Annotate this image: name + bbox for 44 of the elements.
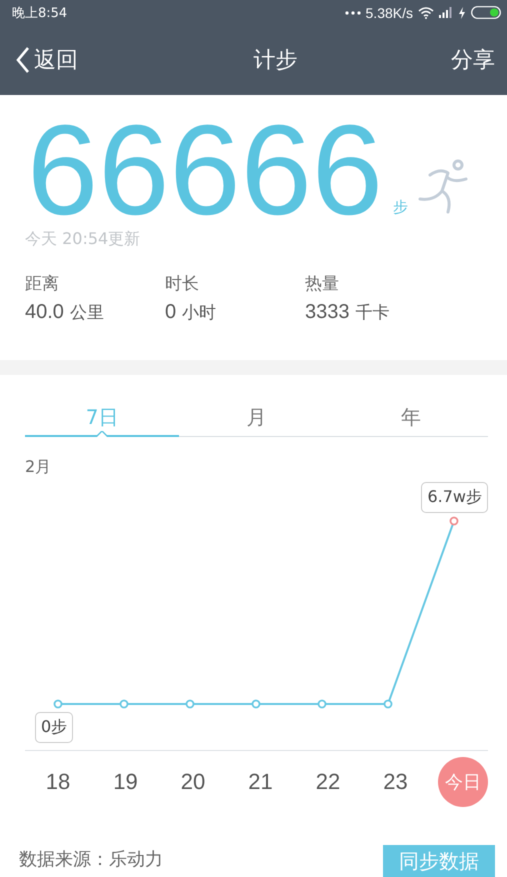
chart-point xyxy=(450,516,458,526)
day-label[interactable]: 19 xyxy=(100,757,150,807)
more-dots-icon xyxy=(344,10,361,14)
period-tab[interactable]: 月 xyxy=(179,399,334,437)
network-speed: 5.38K/s xyxy=(366,4,413,20)
stat-value: 40.0 xyxy=(25,301,64,324)
step-unit: 步 xyxy=(392,198,408,217)
chart-point xyxy=(252,700,260,708)
chart-point xyxy=(318,700,326,708)
step-count: 66666 xyxy=(27,115,383,227)
tab-pointer-icon xyxy=(96,431,108,437)
charging-icon xyxy=(458,6,466,18)
stat-value: 0 xyxy=(165,301,176,324)
update-time: 今天 20:54更新 xyxy=(25,229,142,250)
day-label[interactable]: 20 xyxy=(168,757,218,807)
back-label: 返回 xyxy=(34,47,78,75)
chart-point xyxy=(54,700,62,708)
status-time: 晚上8:54 xyxy=(12,4,68,22)
stat-unit: 千卡 xyxy=(356,302,390,324)
back-chevron-icon xyxy=(16,46,30,74)
period-tab[interactable]: 年 xyxy=(334,399,488,437)
stat-label: 热量 xyxy=(305,273,340,295)
signal-icon xyxy=(439,7,453,18)
month-label: 2月 xyxy=(25,457,52,478)
day-label[interactable]: 23 xyxy=(370,757,420,807)
wifi-icon xyxy=(418,6,434,18)
back-button[interactable]: 返回 xyxy=(16,45,78,75)
value-tooltip: 0步 xyxy=(35,712,74,743)
day-label[interactable]: 18 xyxy=(33,757,83,807)
page-title: 计步 xyxy=(254,47,298,75)
day-label[interactable]: 22 xyxy=(303,757,353,807)
stat-unit: 小时 xyxy=(182,302,216,324)
stat-unit: 公里 xyxy=(70,302,104,324)
value-tooltip: 6.7w步 xyxy=(421,482,488,513)
chart-point xyxy=(186,700,194,708)
battery-icon xyxy=(471,6,501,19)
data-source: 数据来源：乐动力 xyxy=(19,848,163,871)
chart-point xyxy=(120,700,128,708)
stat-label: 时长 xyxy=(165,273,200,295)
stat-label: 距离 xyxy=(25,273,60,295)
chart-point xyxy=(384,700,392,708)
share-button[interactable]: 分享 xyxy=(451,45,495,75)
stat-value: 3333 xyxy=(305,301,350,324)
day-label[interactable]: 21 xyxy=(236,757,286,807)
